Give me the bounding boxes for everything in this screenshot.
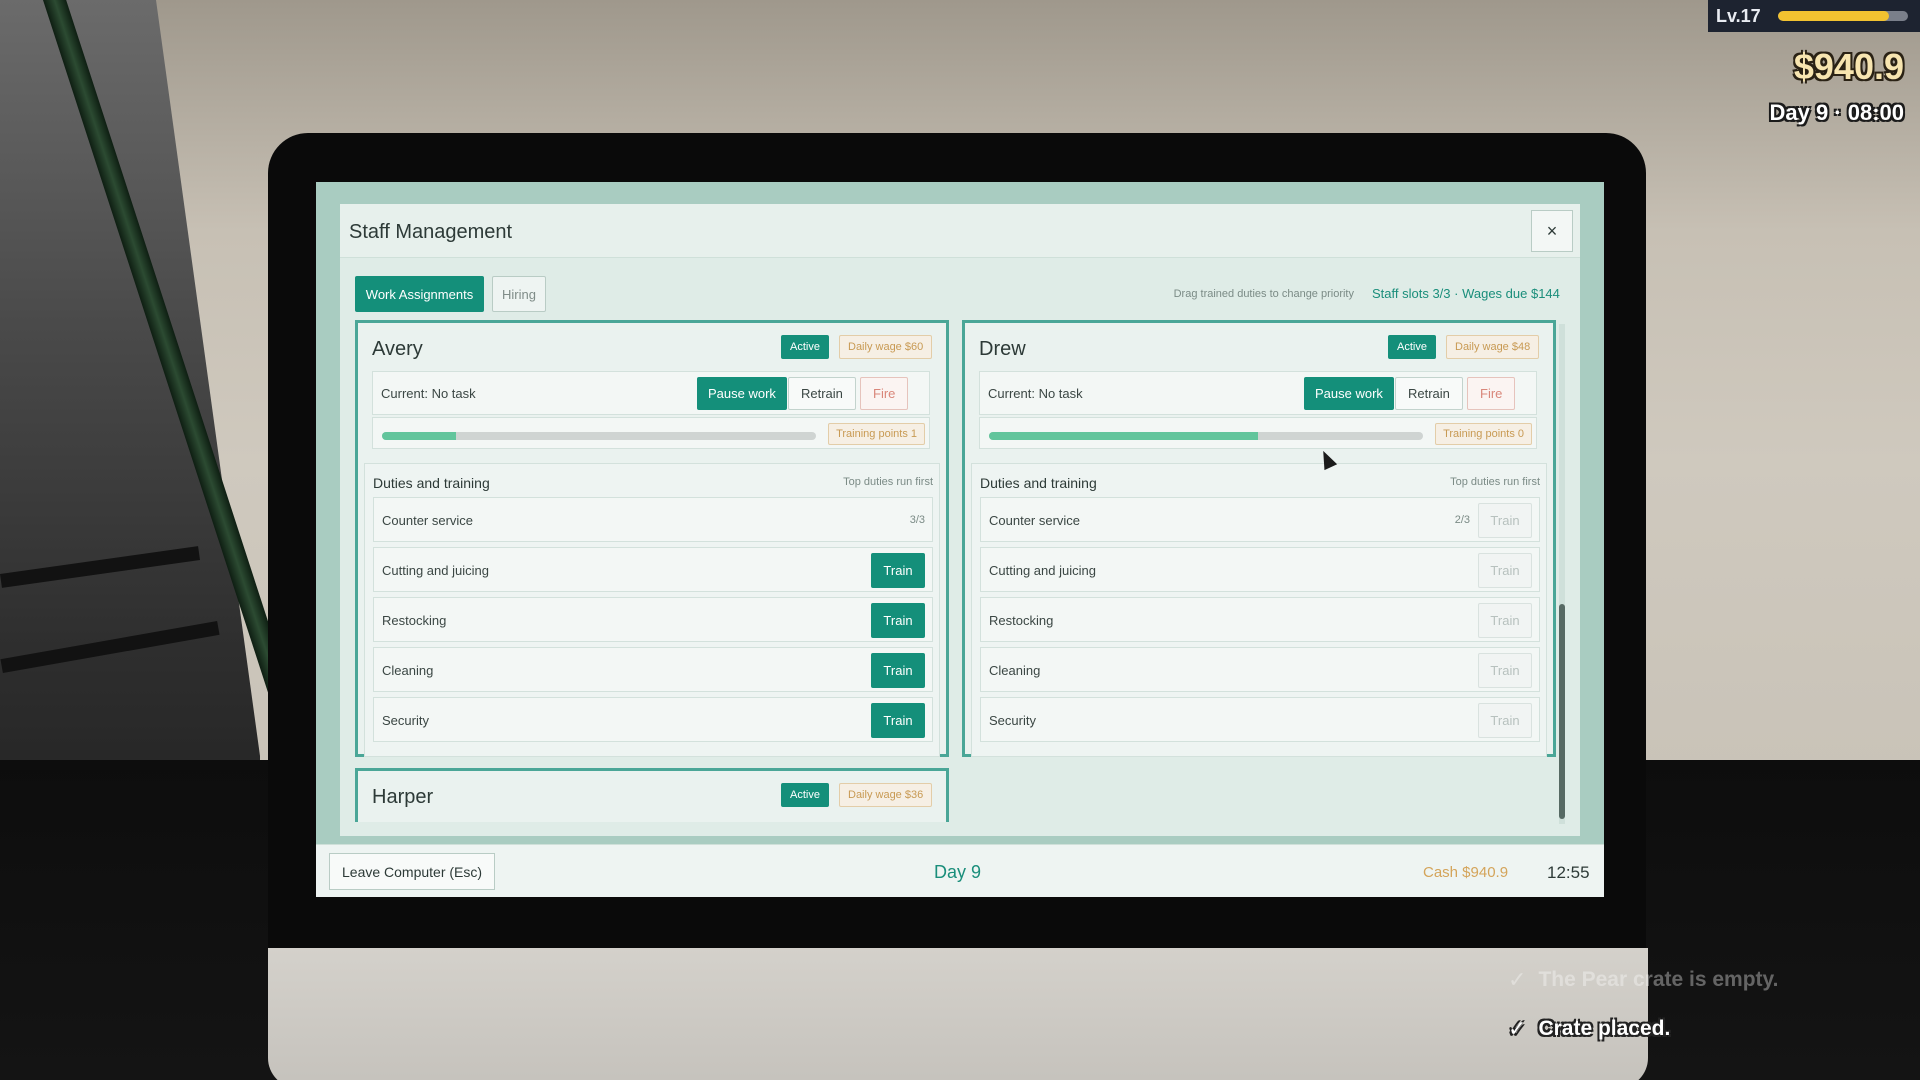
notification-faded: ✓ The Pear crate is empty. [1508, 967, 1779, 993]
duty-cutting-juicing[interactable]: Cutting and juicing Train [980, 547, 1540, 592]
status-badge: Active [781, 335, 829, 359]
scrollbar-thumb[interactable] [1559, 604, 1565, 819]
wage-badge: Daily wage $60 [839, 335, 933, 359]
train-button-disabled[interactable]: Train [1478, 603, 1532, 638]
training-progress-fill [989, 432, 1259, 440]
pause-work-button[interactable]: Pause work [697, 377, 787, 410]
training-points-badge: Training points 1 [828, 423, 925, 445]
train-button[interactable]: Train [871, 603, 925, 638]
training-progress-bar [989, 432, 1423, 440]
close-button[interactable]: × [1531, 210, 1573, 252]
duty-label: Cleaning [382, 663, 434, 678]
window-title: Staff Management [349, 221, 513, 243]
duty-level: 3/3 [909, 514, 925, 526]
duty-restocking[interactable]: Restocking Train [373, 597, 933, 642]
xp-progress-fill [1778, 11, 1889, 21]
duty-label: Restocking [382, 613, 447, 628]
duty-label: Restocking [989, 613, 1054, 628]
staff-name: Drew [979, 338, 1026, 360]
player-level: Lv.17 [1716, 5, 1761, 26]
training-progress-row: Training points 0 [979, 417, 1537, 449]
training-progress-row: Training points 1 [372, 417, 930, 449]
duty-label: Security [382, 713, 429, 728]
fire-button[interactable]: Fire [860, 377, 909, 410]
staff-name: Harper [372, 786, 434, 808]
check-icon: ✓ [1508, 1016, 1527, 1041]
duty-cleaning[interactable]: Cleaning Train [373, 647, 933, 692]
staff-card-avery: Avery Active Daily wage $60 Current: No … [355, 320, 949, 757]
status-badge: Active [1388, 335, 1436, 359]
pause-work-button[interactable]: Pause work [1304, 377, 1394, 410]
train-button-disabled[interactable]: Train [1478, 553, 1532, 588]
check-icon: ✓ [1508, 967, 1527, 992]
leave-computer-button[interactable]: Leave Computer (Esc) [329, 853, 496, 890]
footer-cash: Cash $940.9 [1423, 864, 1509, 881]
train-button[interactable]: Train [871, 653, 925, 688]
retrain-button[interactable]: Retrain [788, 377, 856, 410]
duty-cutting-juicing[interactable]: Cutting and juicing Train [373, 547, 933, 592]
notification-text: The Pear crate is empty. [1538, 968, 1779, 991]
duty-level: 2/3 [1454, 514, 1470, 526]
notification-text: Crate placed. [1538, 1017, 1671, 1040]
fire-button[interactable]: Fire [1467, 377, 1516, 410]
staff-card-drew: Drew Active Daily wage $48 Current: No t… [962, 320, 1556, 757]
duty-security[interactable]: Security Train [980, 697, 1540, 742]
window-header: Staff Management × [340, 204, 1580, 258]
train-button-disabled[interactable]: Train [1478, 503, 1532, 538]
training-progress-bar [382, 432, 816, 440]
current-task-row: Current: No task Pause work Retrain Fire [979, 371, 1537, 415]
duties-subtitle: Top duties run first [1450, 476, 1540, 488]
duty-counter-service[interactable]: Counter service 2/3 Train [980, 497, 1540, 542]
train-button-disabled[interactable]: Train [1478, 653, 1532, 688]
wage-badge: Daily wage $36 [839, 783, 933, 807]
duties-panel: Duties and training Top duties run first… [971, 463, 1547, 757]
close-icon: × [1546, 220, 1558, 241]
duty-counter-service[interactable]: Counter service 3/3 [373, 497, 933, 542]
duties-subtitle: Top duties run first [843, 476, 933, 488]
hud-cash: $940.9 [1793, 46, 1904, 87]
training-progress-fill [382, 432, 456, 440]
duty-security[interactable]: Security Train [373, 697, 933, 742]
footer-clock: 12:55 [1547, 863, 1590, 882]
train-button-disabled[interactable]: Train [1478, 703, 1532, 738]
wage-badge: Daily wage $48 [1446, 335, 1540, 359]
current-task-row: Current: No task Pause work Retrain Fire [372, 371, 930, 415]
duties-title: Duties and training [373, 475, 490, 491]
status-badge: Active [781, 783, 829, 807]
duties-title: Duties and training [980, 475, 1097, 491]
notification: ✓ Crate placed. [1508, 1016, 1670, 1042]
duty-restocking[interactable]: Restocking Train [980, 597, 1540, 642]
staff-management-window: Staff Management × Work Assignments Hiri… [340, 204, 1580, 836]
staff-name: Avery [372, 338, 423, 360]
priority-hint: Drag trained duties to change priority [1173, 288, 1354, 300]
duty-label: Counter service [382, 513, 474, 528]
retrain-button[interactable]: Retrain [1395, 377, 1463, 410]
staff-list[interactable]: Avery Active Daily wage $60 Current: No … [355, 320, 1563, 822]
duty-cleaning[interactable]: Cleaning Train [980, 647, 1540, 692]
level-bar: Lv.17 [1708, 0, 1920, 32]
duty-label: Cutting and juicing [382, 563, 489, 578]
desk [268, 948, 1648, 1080]
current-task: Current: No task [381, 386, 476, 401]
tab-hiring[interactable]: Hiring [492, 276, 546, 312]
duties-panel: Duties and training Top duties run first… [364, 463, 940, 757]
duty-label: Cleaning [989, 663, 1041, 678]
footer-day: Day 9 [934, 862, 982, 882]
computer-footer: Leave Computer (Esc) Day 9 Cash $940.9 1… [316, 844, 1604, 897]
tab-work-assignments[interactable]: Work Assignments [355, 276, 484, 312]
train-button[interactable]: Train [871, 703, 925, 738]
xp-progress-bar [1778, 11, 1908, 21]
hud-day-time: Day 9 · 08:00 [1769, 100, 1904, 125]
duty-label: Cutting and juicing [989, 563, 1096, 578]
train-button[interactable]: Train [871, 553, 925, 588]
duty-label: Counter service [989, 513, 1081, 528]
staff-card-harper: Harper Active Daily wage $36 [355, 768, 949, 822]
duty-label: Security [989, 713, 1036, 728]
current-task: Current: No task [988, 386, 1083, 401]
training-points-badge: Training points 0 [1435, 423, 1532, 445]
staff-slots-wages: Staff slots 3/3 · Wages due $144 [1372, 286, 1560, 301]
